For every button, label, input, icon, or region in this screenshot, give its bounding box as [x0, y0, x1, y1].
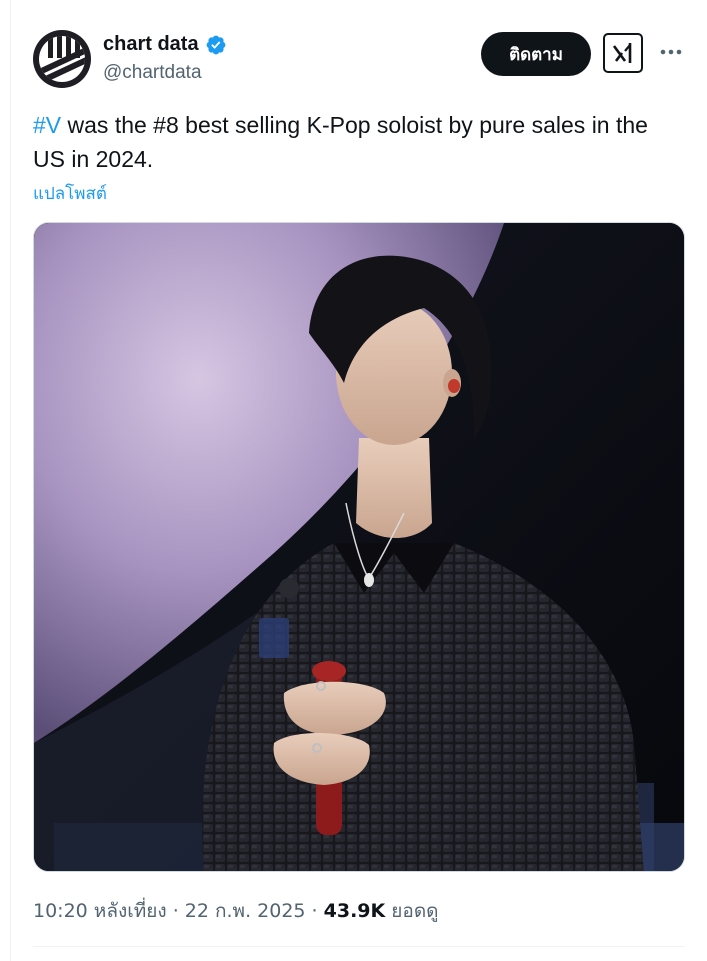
concert-photo: [34, 223, 684, 871]
verified-badge-icon: [206, 35, 225, 54]
tweet-date[interactable]: 22 ก.พ. 2025: [185, 900, 306, 922]
meta-separator: ·: [305, 900, 324, 922]
tweet-time[interactable]: 10:20 หลังเที่ยง: [33, 900, 167, 922]
grok-icon: [612, 43, 632, 63]
follow-button[interactable]: ติดตาม: [481, 32, 591, 76]
hashtag-link[interactable]: #V: [33, 112, 61, 138]
tweet-text: #V was the #8 best selling K-Pop soloist…: [33, 108, 683, 176]
author-name-row: chart data: [103, 33, 227, 56]
translate-post-link[interactable]: แปลโพสต์: [33, 180, 107, 207]
author-display-name[interactable]: chart data: [103, 33, 199, 56]
grok-button[interactable]: [603, 33, 643, 73]
avatar[interactable]: [33, 30, 91, 88]
more-options-button[interactable]: [659, 38, 683, 66]
divider: [33, 946, 685, 947]
tweet-header: chart data @chartdata ติดตาม: [33, 30, 685, 90]
timeline-border: [10, 0, 11, 961]
tweet-meta: 10:20 หลังเที่ยง · 22 ก.พ. 2025 · 43.9K …: [33, 896, 439, 926]
author-handle[interactable]: @chartdata: [103, 62, 202, 84]
chart-data-logo-icon: [39, 36, 85, 82]
more-horizontal-icon: [660, 49, 682, 55]
views-label: ยอดดู: [385, 900, 439, 922]
views-count: 43.9K: [323, 900, 386, 922]
meta-separator: ·: [166, 900, 185, 922]
tweet-body-text: was the #8 best selling K-Pop soloist by…: [33, 112, 648, 172]
tweet-photo[interactable]: [33, 222, 685, 872]
